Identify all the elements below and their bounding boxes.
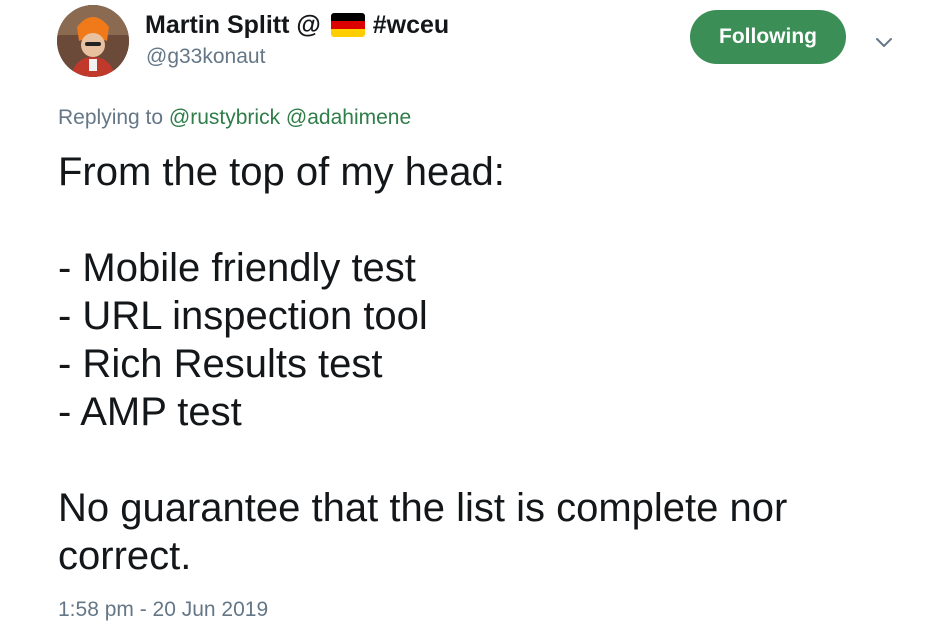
tweet-timestamp[interactable]: 1:58 pm - 20 Jun 2019 [58, 598, 268, 622]
author-display-name[interactable]: Martin Splitt @ [145, 11, 321, 40]
tweet-closing-line: correct. [58, 534, 192, 578]
germany-flag-icon [330, 13, 365, 37]
list-item: - URL inspection tool [58, 294, 428, 338]
tweet-text: From the top of my head: - Mobile friend… [58, 148, 918, 580]
tweet-closing-line: No guarantee that the list is complete n… [58, 486, 788, 530]
list-item: - AMP test [58, 390, 242, 434]
author-hashtag[interactable]: #wceu [373, 11, 449, 40]
tweet-card: Martin Splitt @ #wceu @g33konaut Followi… [0, 0, 943, 639]
author-handle[interactable]: @g33konaut [146, 45, 265, 69]
tweet-intro: From the top of my head: [58, 150, 505, 194]
list-item: - Rich Results test [58, 342, 383, 386]
author-name-row: Martin Splitt @ #wceu [145, 8, 449, 42]
following-button[interactable]: Following [690, 10, 846, 64]
chevron-down-icon[interactable] [872, 30, 896, 54]
mention-link[interactable]: @adahimene [286, 106, 411, 129]
replying-to-line: Replying to @rustybrick @adahimene [58, 106, 411, 130]
avatar-image [57, 5, 129, 77]
avatar[interactable] [57, 5, 129, 77]
list-item: - Mobile friendly test [58, 246, 416, 290]
mention-link[interactable]: @rustybrick [169, 106, 280, 129]
replying-to-label: Replying to [58, 106, 164, 129]
